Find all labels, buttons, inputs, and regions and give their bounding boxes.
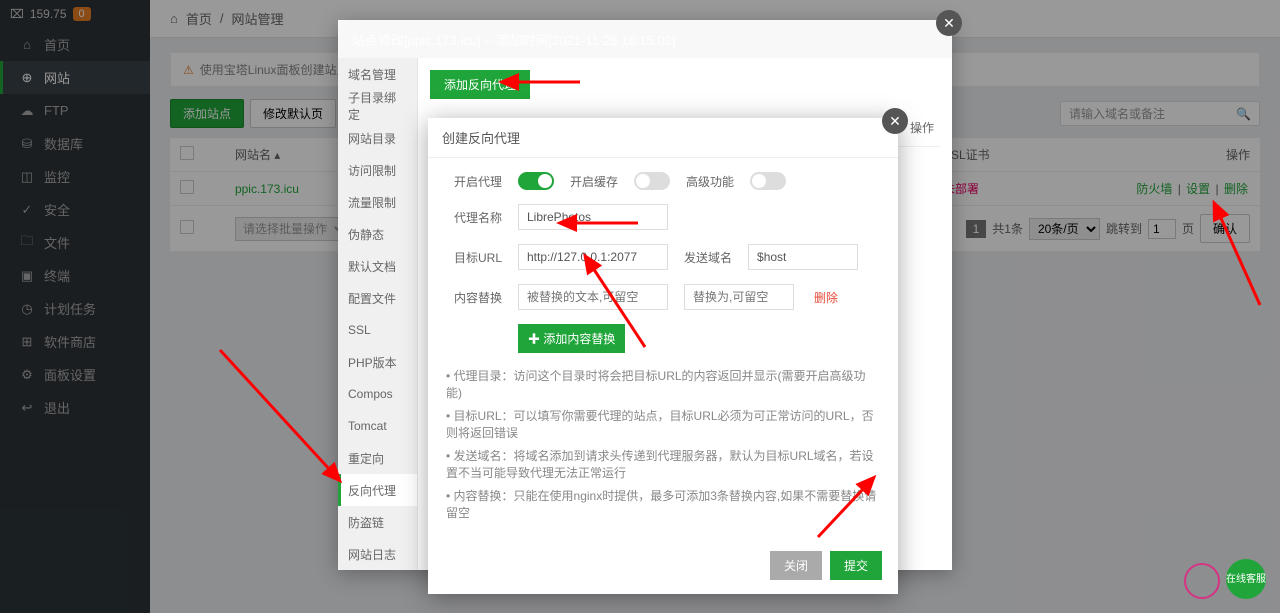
modal1-close-icon[interactable]: ✕ [936, 10, 962, 36]
decorative-float [1184, 563, 1220, 599]
replace-label: 内容替换 [446, 289, 502, 306]
submit-button[interactable]: 提交 [830, 551, 882, 580]
tab-access[interactable]: 访问限制 [338, 154, 417, 186]
send-domain-input[interactable] [748, 244, 858, 270]
modal2-close-icon[interactable]: ✕ [882, 108, 908, 134]
modal1-sidebar: 域名管理 子目录绑定 网站目录 访问限制 流量限制 伪静态 默认文档 配置文件 … [338, 58, 418, 570]
tab-defaultdoc[interactable]: 默认文档 [338, 250, 417, 282]
replace-to-input[interactable] [684, 284, 794, 310]
tab-reverse-proxy[interactable]: 反向代理 [338, 474, 417, 506]
add-reverse-proxy-button[interactable]: 添加反向代理 [430, 70, 530, 99]
plus-icon: ✚ [528, 332, 543, 346]
cache-toggle[interactable] [634, 172, 670, 190]
ph-ops: 操作 [910, 119, 934, 136]
help-item: 目标URL：可以填写你需要代理的站点，目标URL必须为可正常访问的URL，否则将… [446, 407, 880, 441]
modal2-title: 创建反向代理 [428, 118, 898, 158]
tab-hotlink[interactable]: 防盗链 [338, 506, 417, 538]
target-url-input[interactable] [518, 244, 668, 270]
adv-label: 高级功能 [686, 173, 734, 190]
tab-sitelog[interactable]: 网站日志 [338, 538, 417, 570]
help-list: 代理目录：访问这个目录时将会把目标URL的内容返回并显示(需要开启高级功能) 目… [446, 367, 880, 521]
tab-subdir[interactable]: 子目录绑定 [338, 90, 417, 122]
enable-label: 开启代理 [446, 173, 502, 190]
create-proxy-modal: ✕ 创建反向代理 开启代理 开启缓存 高级功能 代理名称 目标URL 发送域名 … [428, 118, 898, 594]
tab-redirect[interactable]: 重定向 [338, 442, 417, 474]
target-url-label: 目标URL [446, 249, 502, 266]
enable-toggle[interactable] [518, 172, 554, 190]
tab-traffic[interactable]: 流量限制 [338, 186, 417, 218]
help-item: 代理目录：访问这个目录时将会把目标URL的内容返回并显示(需要开启高级功能) [446, 367, 880, 401]
tab-sitedir[interactable]: 网站目录 [338, 122, 417, 154]
help-item: 内容替换：只能在使用nginx时提供，最多可添加3条替换内容,如果不需要替换请留… [446, 487, 880, 521]
tab-composer[interactable]: Compos [338, 378, 417, 410]
send-domain-label: 发送域名 [684, 249, 732, 266]
cache-label: 开启缓存 [570, 173, 618, 190]
help-item: 发送域名：将域名添加到请求头传递到代理服务器，默认为目标URL域名，若设置不当可… [446, 447, 880, 481]
tab-ssl[interactable]: SSL [338, 314, 417, 346]
proxy-name-input[interactable] [518, 204, 668, 230]
delete-replace-link[interactable]: 删除 [814, 289, 838, 306]
modal1-title: 站点修改[ppic.173.icu] -- 添加时间[2021-11-28 16… [338, 20, 952, 58]
tab-rewrite[interactable]: 伪静态 [338, 218, 417, 250]
tab-php[interactable]: PHP版本 [338, 346, 417, 378]
close-button[interactable]: 关闭 [770, 551, 822, 580]
replace-from-input[interactable] [518, 284, 668, 310]
online-help-button[interactable]: 在线客服 [1226, 559, 1266, 599]
proxy-name-label: 代理名称 [446, 209, 502, 226]
add-content-button[interactable]: ✚ 添加内容替换 [518, 324, 625, 353]
tab-tomcat[interactable]: Tomcat [338, 410, 417, 442]
tab-config[interactable]: 配置文件 [338, 282, 417, 314]
adv-toggle[interactable] [750, 172, 786, 190]
tab-domain[interactable]: 域名管理 [338, 58, 417, 90]
